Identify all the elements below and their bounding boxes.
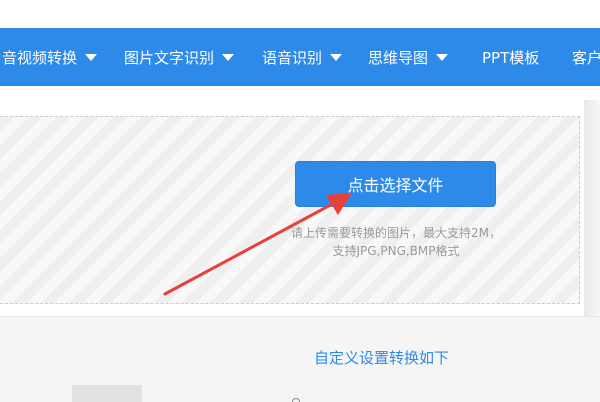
top-strip: [0, 0, 600, 28]
upload-hint-line1: 请上传需要转换的图片，最大支持2M，: [291, 226, 501, 240]
select-file-button[interactable]: 点击选择文件: [295, 161, 496, 207]
main-nav: 音视频转换 图片文字识别 语音识别 思维导图 PPT模板 客户: [0, 28, 600, 86]
scroll-shadow: [584, 100, 600, 316]
caret-down-icon: [436, 53, 449, 61]
nav-item-image-ocr[interactable]: 图片文字识别: [124, 28, 235, 86]
nav-item-label: 音视频转换: [2, 48, 78, 67]
upload-hint: 请上传需要转换的图片，最大支持2M， 支持JPG,PNG,BMP格式: [262, 224, 530, 260]
nav-item-client[interactable]: 客户: [572, 28, 600, 86]
nav-item-speech-recognition[interactable]: 语音识别: [262, 28, 343, 86]
radio-option[interactable]: [292, 398, 300, 402]
nav-item-label: 客户: [572, 48, 600, 67]
nav-item-label: 语音识别: [262, 48, 323, 67]
upload-hint-line2: 支持JPG,PNG,BMP格式: [332, 244, 460, 258]
caret-down-icon: [330, 53, 343, 61]
upload-drop-zone[interactable]: [0, 116, 580, 304]
nav-item-label: PPT模板: [482, 48, 540, 67]
nav-item-av-convert[interactable]: 音视频转换: [2, 28, 98, 86]
nav-item-label: 图片文字识别: [124, 48, 215, 67]
settings-title: 自定义设置转换如下: [314, 349, 450, 367]
caret-down-icon: [85, 53, 98, 61]
caret-down-icon: [222, 53, 235, 61]
settings-select[interactable]: [72, 385, 142, 402]
nav-item-ppt-templates[interactable]: PPT模板: [482, 28, 539, 86]
nav-gap: [0, 86, 600, 110]
nav-item-label: 思维导图: [368, 48, 429, 67]
nav-item-mind-map[interactable]: 思维导图: [368, 28, 449, 86]
upload-card: [0, 108, 585, 308]
